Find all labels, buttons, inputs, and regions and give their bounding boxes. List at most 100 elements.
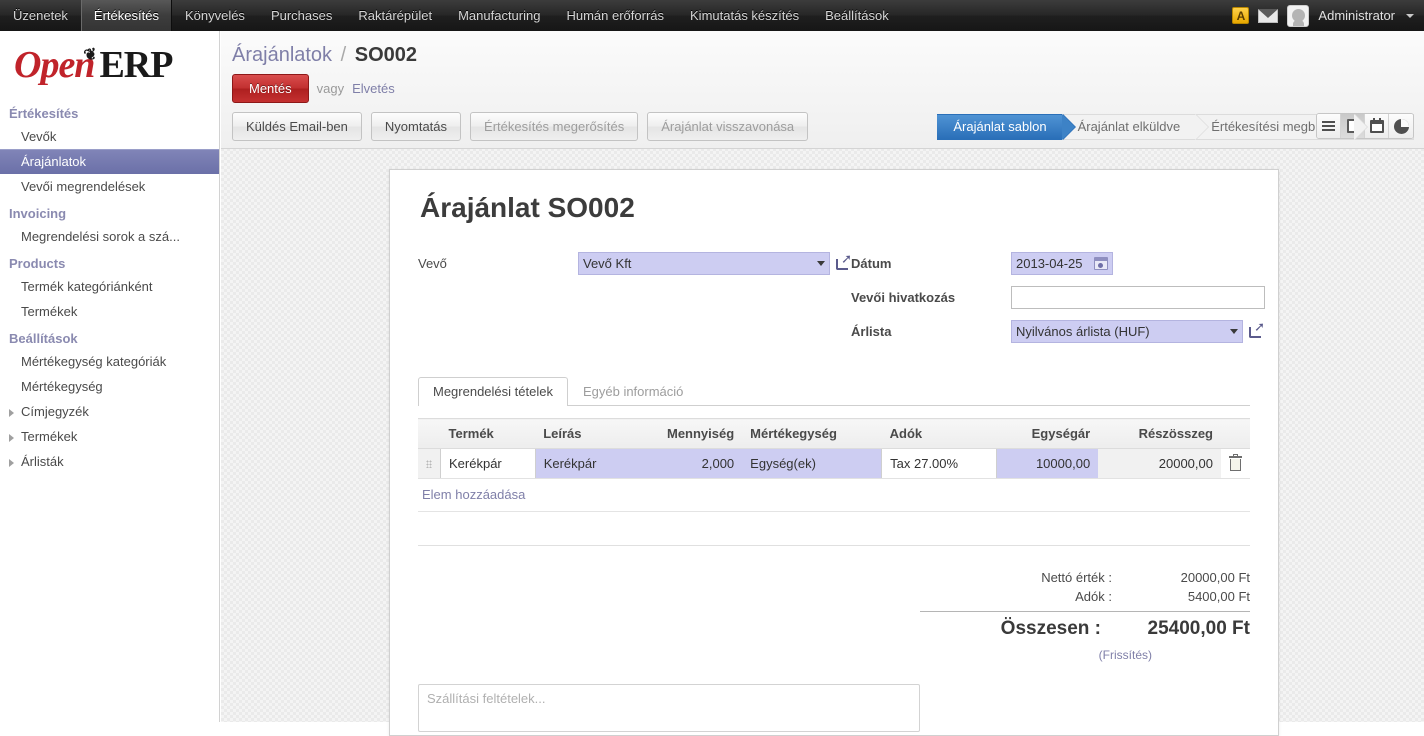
add-item-link[interactable]: Elem hozzáadása (418, 479, 1250, 512)
or-label: vagy (316, 81, 345, 96)
sidebar-item-vevok[interactable]: Vevők (0, 124, 219, 149)
field-row-date: Dátum 2013-04-25 (851, 252, 1265, 275)
sidebar-item-termekek-config[interactable]: Termékek (0, 424, 219, 449)
top-bar-right-group: A Administrator (1232, 0, 1424, 31)
row-drag-handle[interactable] (418, 448, 441, 479)
warning-badge[interactable]: A (1232, 7, 1250, 24)
field-row-pricelist: Árlista Nyilvános árlista (HUF) (851, 320, 1265, 343)
order-lines-table: Termék Leírás Mennyiség Mértékegység Adó… (418, 418, 1250, 479)
menu-item-konyveles[interactable]: Könyvelés (172, 0, 258, 31)
mail-icon[interactable] (1258, 8, 1279, 23)
openerp-logo[interactable]: Open ❦ ERP (0, 31, 219, 99)
view-list-button[interactable] (1317, 114, 1341, 138)
sidebar-item-mertekegyseg[interactable]: Mértékegység (0, 374, 219, 399)
totals-divider (920, 611, 1250, 612)
delivery-terms-textarea[interactable] (418, 684, 920, 732)
sidebar-section-beallitasok: Beállítások (9, 331, 78, 346)
cancel-quotation-button[interactable]: Árajánlat visszavonása (647, 112, 809, 141)
cell-quantity[interactable]: 2,000 (629, 448, 743, 479)
send-email-button[interactable]: Küldés Email-ben (232, 112, 362, 141)
cell-description[interactable]: Kerékpár (535, 448, 630, 479)
column-header-unit-price[interactable]: Egységár (996, 418, 1099, 449)
date-input[interactable]: 2013-04-25 (1011, 252, 1113, 275)
sidebar-item-vevoi-megrendelesek[interactable]: Vevői megrendelések (0, 174, 219, 199)
chevron-right-icon (9, 434, 14, 442)
user-menu-label[interactable]: Administrator (1318, 8, 1395, 23)
list-icon (1322, 119, 1335, 133)
menu-item-label: Értékesítés (93, 8, 159, 23)
column-header-delete (1221, 418, 1250, 449)
column-header-subtotal[interactable]: Részösszeg (1098, 418, 1221, 449)
form-right-column: Dátum 2013-04-25 Vevői hivatkozás Árlist… (851, 252, 1265, 343)
discard-button[interactable]: Elvetés (352, 81, 395, 96)
menu-item-human-eroforras[interactable]: Humán erőforrás (553, 0, 677, 31)
cell-delete[interactable] (1221, 448, 1250, 479)
column-header-uom[interactable]: Mértékegység (742, 418, 882, 449)
status-step-quotation-template[interactable]: Árajánlat sablon (937, 113, 1076, 140)
column-header-quantity[interactable]: Mennyiség (629, 418, 743, 449)
total-row-grand: Összesen : 25400,00 Ft (920, 616, 1250, 642)
status-step-label: Árajánlat elküldve (1077, 119, 1181, 134)
sidebar-item-label: Címjegyzék (21, 404, 89, 419)
column-header-taxes[interactable]: Adók (881, 418, 997, 449)
customer-select[interactable]: Vevő Kft (578, 252, 830, 275)
sidebar-item-cimjegyzek[interactable]: Címjegyzék (0, 399, 219, 424)
customer-reference-input[interactable] (1011, 286, 1265, 309)
field-row-customer-reference: Vevői hivatkozás (851, 286, 1265, 309)
cell-product[interactable]: Kerékpár (440, 448, 536, 479)
confirm-sale-button[interactable]: Értékesítés megerősítés (470, 112, 639, 141)
sidebar-item-termekek[interactable]: Termékek (0, 299, 219, 324)
save-discard-row: Mentés vagy Elvetés (221, 74, 1424, 112)
cell-subtotal: 20000,00 (1098, 448, 1221, 479)
menu-item-ertekesites[interactable]: Értékesítés (80, 0, 172, 31)
cell-uom[interactable]: Egység(ek) (742, 448, 882, 479)
menu-item-beallitasok[interactable]: Beállítások (812, 0, 902, 31)
chevron-down-icon[interactable] (1406, 13, 1414, 18)
cell-unit-price[interactable]: 10000,00 (996, 448, 1099, 479)
table-row[interactable]: Kerékpár Kerékpár 2,000 Egység(ek) Tax 2… (418, 448, 1250, 479)
menu-item-label: Kimutatás készítés (690, 8, 800, 23)
avatar[interactable] (1287, 4, 1310, 27)
sidebar-item-mertekegyseg-kategoriak[interactable]: Mértékegység kategóriák (0, 349, 219, 374)
menu-item-kimutatas-keszites[interactable]: Kimutatás készítés (677, 0, 812, 31)
sidebar-item-arajanlatok[interactable]: Árajánlatok (0, 149, 219, 174)
status-step-quotation-sent[interactable]: Árajánlat elküldve (1061, 113, 1209, 140)
column-header-product[interactable]: Termék (440, 418, 536, 449)
menu-item-label: Könyvelés (184, 8, 245, 23)
refresh-totals-link[interactable]: (Frissítés) (920, 648, 1250, 662)
date-input-value: 2013-04-25 (1016, 256, 1083, 271)
column-header-handle (418, 418, 441, 449)
open-customer-external-link-icon[interactable] (836, 252, 852, 270)
logo-erp-label: ERP (99, 44, 173, 86)
menu-item-uzenetek[interactable]: Üzenetek (0, 0, 81, 31)
menu-item-label: Beállítások (825, 8, 889, 23)
total-row-taxes: Adók : 5400,00 Ft (920, 587, 1250, 606)
sidebar-item-termek-kategoriankent[interactable]: Termék kategóriánként (0, 274, 219, 299)
save-button[interactable]: Mentés (232, 74, 309, 103)
view-calendar-button[interactable] (1365, 114, 1389, 138)
breadcrumb-parent-link[interactable]: Árajánlatok (232, 44, 332, 66)
sidebar: Open ❦ ERP Értékesítés Vevők Árajánlatok… (0, 31, 220, 722)
menu-item-manufacturing[interactable]: Manufacturing (445, 0, 553, 31)
tab-other-information[interactable]: Egyéb információ (568, 377, 698, 406)
calendar-icon[interactable] (1094, 257, 1108, 270)
cell-taxes[interactable]: Tax 27.00% (881, 448, 998, 479)
menu-item-raktarepulet[interactable]: Raktárépület (345, 0, 445, 31)
form-fields-grid: Vevő Vevő Kft Dátum 2013-04-2 (418, 252, 1265, 343)
trash-icon[interactable] (1229, 454, 1242, 471)
sidebar-item-megrendelesi-sorok[interactable]: Megrendelési sorok a szá... (0, 224, 219, 249)
menu-item-label: Purchases (270, 8, 333, 23)
menu-item-purchases[interactable]: Purchases (258, 0, 345, 31)
total-value-taxes: 5400,00 Ft (1187, 589, 1250, 604)
order-lines-tbody: Kerékpár Kerékpár 2,000 Egység(ek) Tax 2… (418, 448, 1250, 479)
view-graph-button[interactable] (1389, 114, 1413, 138)
print-button[interactable]: Nyomtatás (370, 112, 462, 141)
sidebar-item-arlistak[interactable]: Árlisták (0, 449, 219, 474)
field-value-date: 2013-04-25 (1011, 252, 1113, 275)
breadcrumb-current: SO002 (354, 44, 418, 66)
tab-order-lines[interactable]: Megrendelési tételek (418, 377, 568, 406)
pricelist-select[interactable]: Nyilvános árlista (HUF) (1011, 320, 1243, 343)
totals-block: Nettó érték : 20000,00 Ft Adók : 5400,00… (418, 568, 1250, 662)
column-header-description[interactable]: Leírás (535, 418, 630, 449)
open-pricelist-external-link-icon[interactable] (1249, 320, 1265, 338)
